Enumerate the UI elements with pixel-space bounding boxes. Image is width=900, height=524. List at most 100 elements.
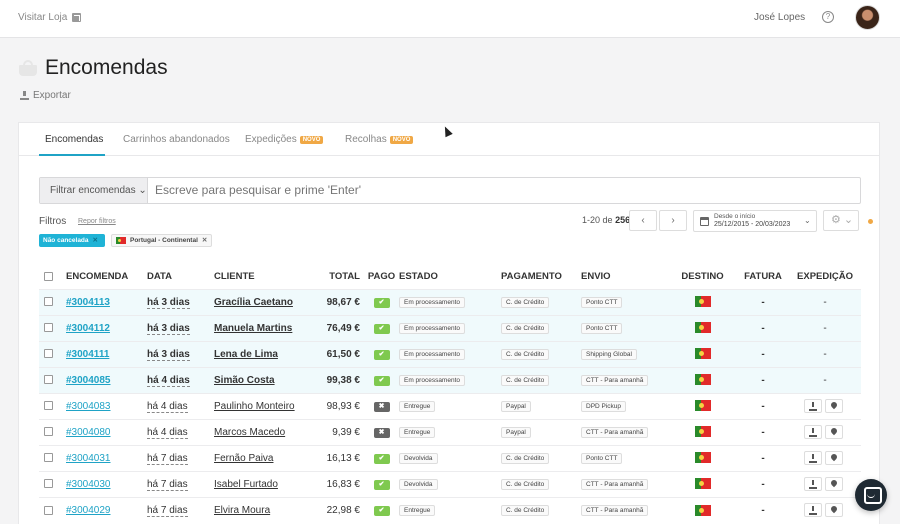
client-link[interactable]: Gracília Caetano bbox=[214, 297, 293, 308]
tab-shipments[interactable]: Expedições NOVO bbox=[245, 134, 324, 145]
invoice-value: - bbox=[761, 478, 765, 490]
shipping-badge: CTT - Para amanhã bbox=[581, 375, 649, 386]
user-name[interactable]: José Lopes bbox=[754, 12, 805, 23]
external-link-icon bbox=[72, 13, 82, 22]
next-page-button[interactable]: › bbox=[659, 210, 687, 231]
download-icon[interactable] bbox=[804, 451, 822, 465]
tab-pickups[interactable]: Recolhas NOVO bbox=[345, 134, 414, 145]
portugal-flag-icon bbox=[694, 296, 711, 308]
client-link[interactable]: Elvira Moura bbox=[214, 505, 270, 516]
visit-store-link[interactable]: Visitar Loja bbox=[18, 12, 82, 23]
row-checkbox[interactable] bbox=[44, 453, 53, 463]
order-link[interactable]: #3004031 bbox=[66, 453, 111, 464]
col-invoice[interactable]: FATURA bbox=[737, 265, 789, 289]
table-row[interactable]: #3004031 há 7 dias Fernão Paiva 16,13 € ✔ Dev… bbox=[39, 444, 861, 471]
status-badge: Em processamento bbox=[399, 323, 465, 334]
row-checkbox[interactable] bbox=[44, 375, 53, 385]
check-icon: ✔ bbox=[373, 350, 390, 360]
row-checkbox[interactable] bbox=[44, 349, 53, 359]
download-icon[interactable] bbox=[804, 477, 822, 491]
check-icon: ✔ bbox=[373, 454, 390, 464]
table-row[interactable]: #3004112 há 3 dias Manuela Martins 76,49 € ✔… bbox=[39, 314, 861, 341]
search-input[interactable] bbox=[155, 183, 755, 197]
table-row[interactable]: #3004030 há 7 dias Isabel Furtado 16,83 € ✔ D… bbox=[39, 470, 861, 497]
client-link[interactable]: Isabel Furtado bbox=[214, 479, 278, 490]
order-link[interactable]: #3004085 bbox=[66, 375, 111, 386]
order-link[interactable]: #3004030 bbox=[66, 479, 111, 490]
portugal-flag-icon bbox=[694, 504, 711, 516]
prev-page-button[interactable]: ‹ bbox=[629, 210, 657, 231]
map-pin-icon[interactable] bbox=[825, 399, 843, 413]
client-link[interactable]: Paulinho Monteiro bbox=[214, 401, 295, 412]
table-row[interactable]: #3004113 há 3 dias Gracília Caetano 98,67 €… bbox=[39, 288, 861, 315]
col-state[interactable]: ESTADO bbox=[399, 265, 501, 289]
map-pin-icon[interactable] bbox=[825, 503, 843, 518]
table-row[interactable]: #3004085 há 4 dias Simão Costa 99,38 € ✔ Em p… bbox=[39, 366, 861, 393]
col-payment[interactable]: PAGAMENTO bbox=[501, 265, 581, 289]
new-badge: NOVO bbox=[299, 135, 324, 144]
col-client[interactable]: CLIENTE bbox=[214, 265, 308, 289]
payment-badge: C. de Crédito bbox=[501, 349, 550, 360]
row-checkbox[interactable] bbox=[44, 479, 53, 489]
help-icon[interactable]: ? bbox=[822, 11, 834, 23]
avatar[interactable] bbox=[855, 5, 880, 30]
order-link[interactable]: #3004029 bbox=[66, 505, 111, 516]
invoice-value: - bbox=[761, 322, 765, 334]
payment-badge: Paypal bbox=[501, 427, 531, 438]
client-link[interactable]: Simão Costa bbox=[214, 375, 275, 386]
client-link[interactable]: Lena de Lima bbox=[214, 349, 278, 360]
row-checkbox[interactable] bbox=[44, 297, 53, 307]
status-dot bbox=[868, 219, 873, 224]
client-link[interactable]: Manuela Martins bbox=[214, 323, 292, 334]
col-order[interactable]: ENCOMENDA bbox=[66, 265, 147, 289]
order-link[interactable]: #3004113 bbox=[66, 297, 110, 308]
table-row[interactable]: #3004111 há 3 dias Lena de Lima 61,50 € ✔ Em … bbox=[39, 340, 861, 367]
order-link[interactable]: #3004112 bbox=[66, 323, 110, 334]
client-link[interactable]: Marcos Macedo bbox=[214, 427, 285, 438]
col-date[interactable]: DATA bbox=[147, 265, 214, 289]
filter-tag-not-cancelled[interactable]: Não cancelada ✕ bbox=[39, 234, 105, 247]
map-pin-icon[interactable] bbox=[825, 477, 843, 491]
row-checkbox[interactable] bbox=[44, 505, 53, 515]
row-checkbox[interactable] bbox=[44, 323, 53, 333]
status-badge: Em processamento bbox=[399, 375, 465, 386]
table-row[interactable]: #3004080 há 4 dias Marcos Macedo 9,39 € ✖ Ent… bbox=[39, 418, 861, 445]
reset-filters-link[interactable]: Repor filtros bbox=[78, 218, 116, 225]
tab-orders[interactable]: Encomendas bbox=[45, 134, 103, 145]
filter-tag-portugal[interactable]: Portugal - Continental ✕ bbox=[111, 234, 213, 247]
close-icon[interactable]: ✕ bbox=[202, 234, 207, 247]
chat-button[interactable] bbox=[855, 479, 887, 511]
order-total: 76,49 € bbox=[326, 322, 360, 334]
map-pin-icon[interactable] bbox=[825, 425, 843, 439]
table-row[interactable]: #3004083 há 4 dias Paulinho Monteiro 98,93 … bbox=[39, 392, 861, 419]
filter-orders-dropdown[interactable]: Filtrar encomendas ⌄ bbox=[40, 178, 148, 203]
export-button[interactable]: Exportar bbox=[20, 90, 71, 101]
col-dispatch[interactable]: EXPEDIÇÃO bbox=[789, 265, 861, 289]
col-shipping[interactable]: ENVIO bbox=[581, 265, 668, 289]
order-link[interactable]: #3004083 bbox=[66, 401, 111, 412]
select-all-checkbox[interactable] bbox=[44, 272, 53, 282]
settings-button[interactable]: ⚙ ⌄ bbox=[823, 210, 859, 231]
check-icon: ✔ bbox=[373, 376, 390, 386]
col-paid[interactable]: PAGO bbox=[364, 265, 399, 289]
table-row[interactable]: #3004029 há 7 dias Elvira Moura 22,98 € ✔ Ent… bbox=[39, 496, 861, 523]
row-checkbox[interactable] bbox=[44, 427, 53, 437]
check-icon: ✔ bbox=[373, 506, 390, 517]
col-destination[interactable]: DESTINO bbox=[668, 265, 737, 289]
tab-abandoned-carts[interactable]: Carrinhos abandonados bbox=[123, 134, 230, 145]
client-link[interactable]: Fernão Paiva bbox=[214, 453, 273, 464]
date-range-picker[interactable]: Desde o início 25/12/2015 - 20/03/2023 ⌄ bbox=[693, 210, 817, 232]
download-icon[interactable] bbox=[804, 425, 822, 439]
order-total: 98,67 € bbox=[326, 296, 360, 308]
order-date: há 7 dias bbox=[147, 452, 188, 465]
map-pin-icon[interactable] bbox=[825, 451, 843, 465]
order-date: há 7 dias bbox=[147, 504, 188, 517]
download-icon[interactable] bbox=[804, 503, 822, 518]
order-link[interactable]: #3004111 bbox=[66, 349, 109, 360]
order-date: há 4 dias bbox=[147, 426, 188, 439]
col-total[interactable]: TOTAL bbox=[308, 265, 364, 289]
order-link[interactable]: #3004080 bbox=[66, 427, 111, 438]
download-icon[interactable] bbox=[804, 399, 822, 413]
close-icon[interactable]: ✕ bbox=[93, 234, 98, 247]
row-checkbox[interactable] bbox=[44, 401, 53, 411]
